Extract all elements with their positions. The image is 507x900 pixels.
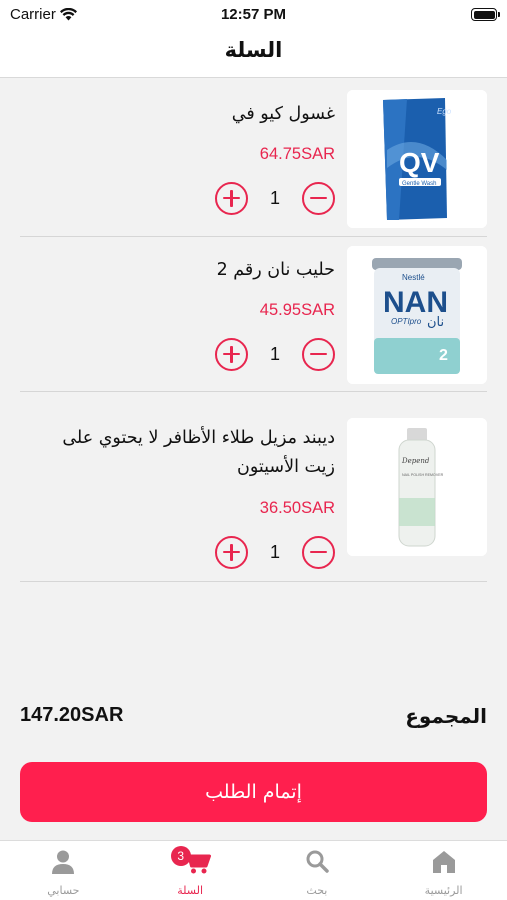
- increase-quantity-button[interactable]: [215, 181, 248, 215]
- tab-bar: حسابي 3 السلة بحث الرئيسية: [0, 840, 507, 900]
- cart-count-badge: 3: [170, 846, 191, 866]
- decrease-quantity-button[interactable]: [301, 181, 335, 215]
- increase-quantity-button[interactable]: [215, 337, 248, 371]
- tab-label: السلة: [177, 884, 203, 897]
- quantity-value: 1: [269, 541, 280, 562]
- svg-text:Nestlé: Nestlé: [402, 273, 425, 282]
- svg-text:OPTIpro: OPTIpro: [391, 317, 422, 326]
- svg-text:NAIL POLISH REMOVER: NAIL POLISH REMOVER: [402, 473, 444, 477]
- nav-header: السلة: [0, 30, 507, 78]
- quantity-stepper: 1: [215, 181, 335, 215]
- decrease-quantity-button[interactable]: [301, 337, 335, 371]
- status-bar: Carrier 12:57 PM: [0, 0, 507, 30]
- svg-text:QV: QV: [399, 147, 440, 178]
- tab-label: الرئيسية: [424, 884, 463, 897]
- product-image[interactable]: Ego QV Gentle Wash: [347, 90, 487, 228]
- search-icon: [306, 850, 329, 873]
- quantity-value: 1: [269, 343, 280, 364]
- tab-cart[interactable]: 3 السلة: [127, 841, 254, 900]
- status-time: 12:57 PM: [220, 6, 287, 23]
- svg-text:نان: نان: [427, 315, 444, 330]
- tab-search[interactable]: بحث: [254, 841, 381, 900]
- cart-item: Depend NAIL POLISH REMOVER ديبند مزيل طل…: [20, 392, 487, 582]
- page-title: السلة: [224, 38, 283, 62]
- decrease-quantity-button[interactable]: [301, 535, 335, 569]
- checkout-button[interactable]: إتمام الطلب: [20, 762, 487, 822]
- product-name: ديبند مزيل طلاء الأظافر لا يحتوي على زيت…: [62, 428, 335, 477]
- tab-home[interactable]: الرئيسية: [380, 841, 507, 900]
- person-icon: [52, 850, 75, 874]
- quantity-stepper: 1: [215, 535, 335, 569]
- home-icon: [432, 851, 455, 873]
- total-label: المجموع: [405, 704, 487, 728]
- product-price: 45.95SAR: [259, 301, 335, 319]
- tab-label: بحث: [306, 884, 328, 897]
- battery-icon: [471, 8, 500, 21]
- cart-item: Ego QV Gentle Wash غسول كيو في 64.75SAR …: [20, 82, 487, 237]
- increase-quantity-button[interactable]: [215, 535, 248, 569]
- svg-text:2: 2: [439, 347, 448, 364]
- cart-item: Nestlé NAN OPTIpro نان 2 حليب نان رقم 2 …: [20, 237, 487, 392]
- tab-account[interactable]: حسابي: [0, 841, 127, 900]
- product-image[interactable]: Depend NAIL POLISH REMOVER: [347, 418, 487, 556]
- product-price: 36.50SAR: [259, 499, 335, 517]
- svg-text:Depend: Depend: [401, 457, 430, 465]
- cart-total-row: المجموع 147.20SAR: [20, 704, 487, 734]
- quantity-value: 1: [269, 187, 280, 208]
- product-name: غسول كيو في: [231, 104, 335, 124]
- svg-text:Ego: Ego: [437, 107, 452, 116]
- product-price: 64.75SAR: [259, 145, 335, 163]
- product-name: حليب نان رقم 2: [216, 260, 335, 280]
- product-image[interactable]: Nestlé NAN OPTIpro نان 2: [347, 246, 487, 384]
- tab-label: حسابي: [47, 884, 80, 897]
- svg-text:Gentle Wash: Gentle Wash: [402, 181, 436, 187]
- quantity-stepper: 1: [215, 337, 335, 371]
- total-value: 147.20SAR: [20, 704, 124, 726]
